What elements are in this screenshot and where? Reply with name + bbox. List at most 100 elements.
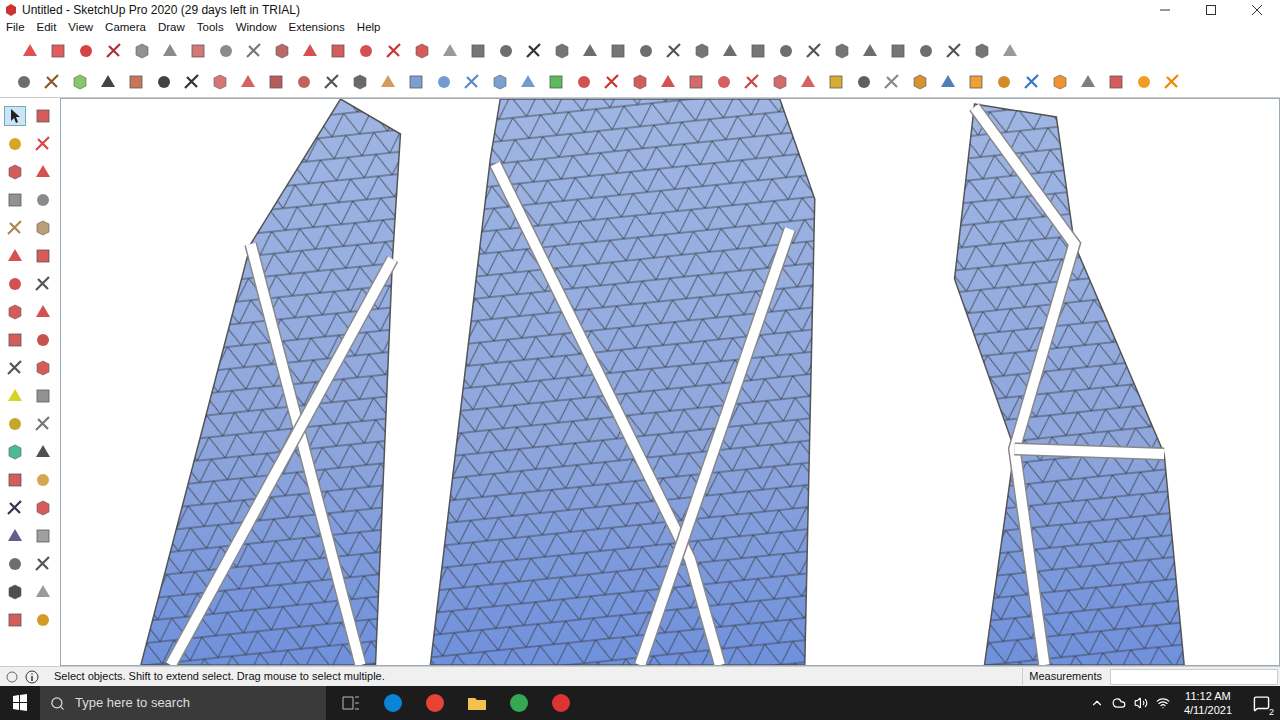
palette-tool-icon[interactable] (33, 414, 53, 434)
toolbar-icon[interactable] (798, 72, 818, 92)
menu-item[interactable]: Draw (158, 19, 185, 36)
palette-tool-icon[interactable] (5, 582, 25, 602)
toolbar-icon[interactable] (826, 72, 846, 92)
palette-tool[interactable] (4, 470, 26, 490)
menu-item[interactable]: Help (357, 19, 381, 36)
notification-button[interactable]: 2 (1246, 688, 1276, 718)
menu-item[interactable]: Window (236, 19, 277, 36)
palette-tool-icon[interactable] (33, 610, 53, 630)
toolbar-icon[interactable] (294, 72, 314, 92)
palette-tool-icon[interactable] (5, 442, 25, 462)
toolbar-icon[interactable] (160, 41, 180, 61)
palette-tool-icon[interactable] (5, 498, 25, 518)
palette-tool[interactable] (32, 274, 54, 294)
onedrive-icon[interactable] (1112, 696, 1126, 710)
toolbar-icon[interactable] (574, 72, 594, 92)
palette-tool-icon[interactable] (33, 526, 53, 546)
taskbar-app-icon[interactable] (550, 692, 572, 714)
palette-tool[interactable] (32, 330, 54, 350)
palette-tool[interactable] (4, 190, 26, 210)
palette-tool-icon[interactable] (5, 246, 25, 266)
menu-item[interactable]: Camera (105, 19, 146, 36)
toolbar-icon[interactable] (496, 41, 516, 61)
palette-tool-icon[interactable] (5, 414, 25, 434)
palette-tool-icon[interactable] (33, 330, 53, 350)
taskbar-app-icon[interactable] (340, 692, 362, 714)
toolbar-icon[interactable] (1106, 72, 1126, 92)
toolbar-icon[interactable] (686, 72, 706, 92)
toolbar-icon[interactable] (580, 41, 600, 61)
toolbar-icon[interactable] (630, 72, 650, 92)
palette-tool[interactable] (32, 442, 54, 462)
toolbar-icon[interactable] (854, 72, 874, 92)
toolbar-icon[interactable] (350, 72, 370, 92)
toolbar-icon[interactable] (328, 41, 348, 61)
toolbar-icon[interactable] (238, 72, 258, 92)
toolbar-icon[interactable] (748, 41, 768, 61)
toolbar-icon[interactable] (272, 41, 292, 61)
toolbar-icon[interactable] (70, 72, 90, 92)
toolbar-icon[interactable] (714, 72, 734, 92)
toolbar-icon[interactable] (742, 72, 762, 92)
toolbar-icon[interactable] (832, 41, 852, 61)
toolbar-icon[interactable] (76, 41, 96, 61)
toolbar-icon[interactable] (462, 72, 482, 92)
toolbar-icon[interactable] (378, 72, 398, 92)
toolbar-icon[interactable] (658, 72, 678, 92)
toolbar-icon[interactable] (972, 41, 992, 61)
toolbar-icon[interactable] (1134, 72, 1154, 92)
palette-tool-icon[interactable] (5, 610, 25, 630)
toolbar-icon[interactable] (1078, 72, 1098, 92)
palette-tool[interactable] (4, 498, 26, 518)
clock[interactable]: 11:12 AM4/11/2021 (1178, 689, 1238, 717)
palette-tool-icon[interactable] (5, 358, 25, 378)
toolbar-icon[interactable] (440, 41, 460, 61)
palette-tool-icon[interactable] (5, 470, 25, 490)
toolbar-icon[interactable] (888, 41, 908, 61)
search-box[interactable]: Type here to search (40, 686, 326, 720)
palette-tool-icon[interactable] (33, 582, 53, 602)
toolbar-icon[interactable] (804, 41, 824, 61)
toolbar-icon[interactable] (546, 72, 566, 92)
palette-tool-icon[interactable] (33, 442, 53, 462)
palette-tool[interactable] (4, 610, 26, 630)
palette-tool[interactable] (4, 302, 26, 322)
toolbar-icon[interactable] (322, 72, 342, 92)
palette-tool[interactable] (4, 330, 26, 350)
taskbar-app-icon[interactable] (466, 692, 488, 714)
toolbar-icon[interactable] (770, 72, 790, 92)
palette-tool-icon[interactable] (5, 274, 25, 294)
toolbar-icon[interactable] (154, 72, 174, 92)
toolbar-icon[interactable] (1050, 72, 1070, 92)
toolbar-icon[interactable] (938, 72, 958, 92)
palette-tool-icon[interactable] (33, 554, 53, 574)
palette-tool[interactable] (4, 358, 26, 378)
taskbar-app-icon[interactable] (424, 692, 446, 714)
close-icon[interactable] (1234, 0, 1280, 20)
palette-tool[interactable] (32, 190, 54, 210)
palette-tool-icon[interactable] (33, 498, 53, 518)
palette-tool-icon[interactable] (5, 190, 25, 210)
toolbar-icon[interactable] (406, 72, 426, 92)
toolbar-icon[interactable] (882, 72, 902, 92)
palette-tool-icon[interactable] (33, 218, 53, 238)
palette-tool-icon[interactable] (5, 554, 25, 574)
palette-tool[interactable] (32, 106, 54, 126)
toolbar-icon[interactable] (210, 72, 230, 92)
palette-tool[interactable] (32, 302, 54, 322)
toolbar-icon[interactable] (356, 41, 376, 61)
palette-tool[interactable] (32, 414, 54, 434)
tray-chevron-icon[interactable] (1090, 696, 1104, 710)
palette-tool-icon[interactable] (33, 302, 53, 322)
palette-tool[interactable] (4, 526, 26, 546)
palette-tool[interactable] (32, 358, 54, 378)
measurements-field[interactable] (1110, 669, 1278, 685)
palette-tool[interactable] (32, 162, 54, 182)
toolbar-icon[interactable] (14, 72, 34, 92)
toolbar-icon[interactable] (188, 41, 208, 61)
menu-item[interactable]: Extensions (289, 19, 345, 36)
menu-item[interactable]: Edit (37, 19, 57, 36)
menu-item[interactable]: File (6, 19, 25, 36)
palette-tool[interactable] (32, 498, 54, 518)
toolbar-icon[interactable] (1162, 72, 1182, 92)
